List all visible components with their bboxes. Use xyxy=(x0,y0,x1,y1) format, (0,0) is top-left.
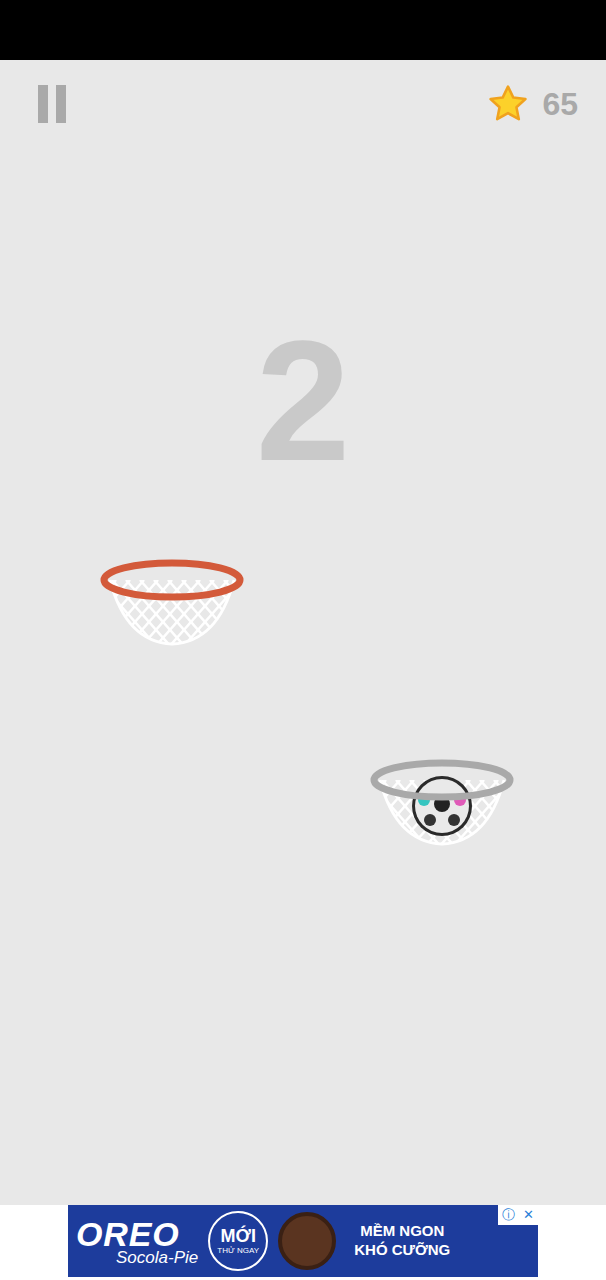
status-bar xyxy=(0,0,606,60)
hoop xyxy=(368,758,516,850)
app: 652OREOSocola-PieMỚITHỬ NGAYMỀM NGONKHÓ … xyxy=(0,0,606,1280)
hoop xyxy=(98,558,246,650)
ad-badge: MỚITHỬ NGAY xyxy=(208,1211,268,1271)
game-area[interactable]: 65 2 xyxy=(0,60,606,1205)
ad-product: Socola-Pie xyxy=(116,1249,198,1266)
ad-controls: ⓘ✕ xyxy=(498,1205,538,1225)
hoop-icon xyxy=(368,758,516,850)
ad-close-button[interactable]: ✕ xyxy=(518,1205,538,1225)
star-counter: 65 xyxy=(486,82,578,126)
ad-banner[interactable]: OREOSocola-PieMỚITHỬ NGAYMỀM NGONKHÓ CƯỠ… xyxy=(68,1205,538,1277)
ad-info-button[interactable]: ⓘ xyxy=(498,1205,518,1225)
pause-icon xyxy=(38,85,48,123)
ad-brand: OREOSocola-Pie xyxy=(76,1217,198,1266)
score: 2 xyxy=(0,316,606,486)
ball-icon[interactable] xyxy=(412,776,472,836)
pause-icon xyxy=(56,85,66,123)
game-header: 65 xyxy=(0,60,606,126)
ad-brand-name: OREO xyxy=(76,1217,198,1251)
cookie-icon xyxy=(278,1212,336,1270)
ad-tagline: MỀM NGONKHÓ CƯỠNG xyxy=(354,1222,450,1260)
star-count: 65 xyxy=(542,88,578,120)
pause-button[interactable] xyxy=(38,84,66,124)
ad-footer: OREOSocola-PieMỚITHỬ NGAYMỀM NGONKHÓ CƯỠ… xyxy=(0,1205,606,1280)
hoop-icon xyxy=(98,558,246,650)
star-icon xyxy=(486,82,530,126)
